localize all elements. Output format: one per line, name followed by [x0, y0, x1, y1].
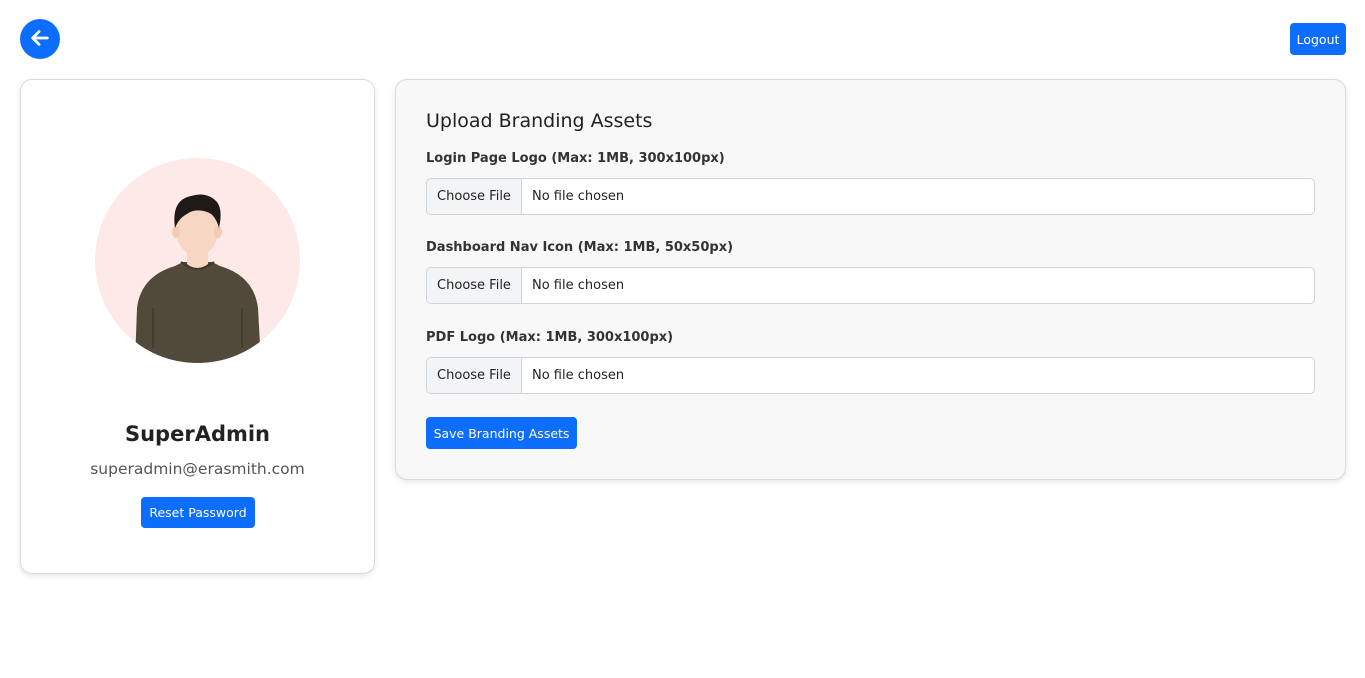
file-status: No file chosen [532, 278, 625, 293]
settings-page: Logout SuperAdmin superadmin@erasmith.co… [0, 0, 1365, 678]
branding-panel: Upload Branding Assets Login Page Logo (… [395, 79, 1346, 480]
login-logo-label: Login Page Logo (Max: 1MB, 300x100px) [426, 151, 725, 166]
reset-password-button[interactable]: Reset Password [141, 497, 255, 528]
file-status: No file chosen [532, 189, 625, 204]
avatar [95, 158, 300, 363]
profile-email: superadmin@erasmith.com [90, 460, 305, 478]
login-logo-file-input[interactable]: Choose File No file chosen [426, 178, 1315, 215]
choose-file-button[interactable]: Choose File [427, 268, 522, 303]
file-status: No file chosen [532, 368, 625, 383]
profile-name: SuperAdmin [124, 422, 271, 446]
nav-icon-label: Dashboard Nav Icon (Max: 1MB, 50x50px) [426, 240, 734, 255]
save-branding-button[interactable]: Save Branding Assets [426, 417, 577, 449]
profile-card: SuperAdmin superadmin@erasmith.com Reset… [20, 79, 375, 574]
pdf-logo-file-input[interactable]: Choose File No file chosen [426, 357, 1315, 394]
pdf-logo-label: PDF Logo (Max: 1MB, 300x100px) [426, 330, 674, 345]
user-avatar-illustration [135, 194, 261, 363]
branding-title: Upload Branding Assets [426, 110, 653, 132]
back-button[interactable] [20, 19, 60, 59]
logout-button[interactable]: Logout [1290, 23, 1346, 55]
choose-file-button[interactable]: Choose File [427, 358, 522, 393]
choose-file-button[interactable]: Choose File [427, 179, 522, 214]
nav-icon-file-input[interactable]: Choose File No file chosen [426, 267, 1315, 304]
arrow-left-icon [29, 27, 51, 52]
